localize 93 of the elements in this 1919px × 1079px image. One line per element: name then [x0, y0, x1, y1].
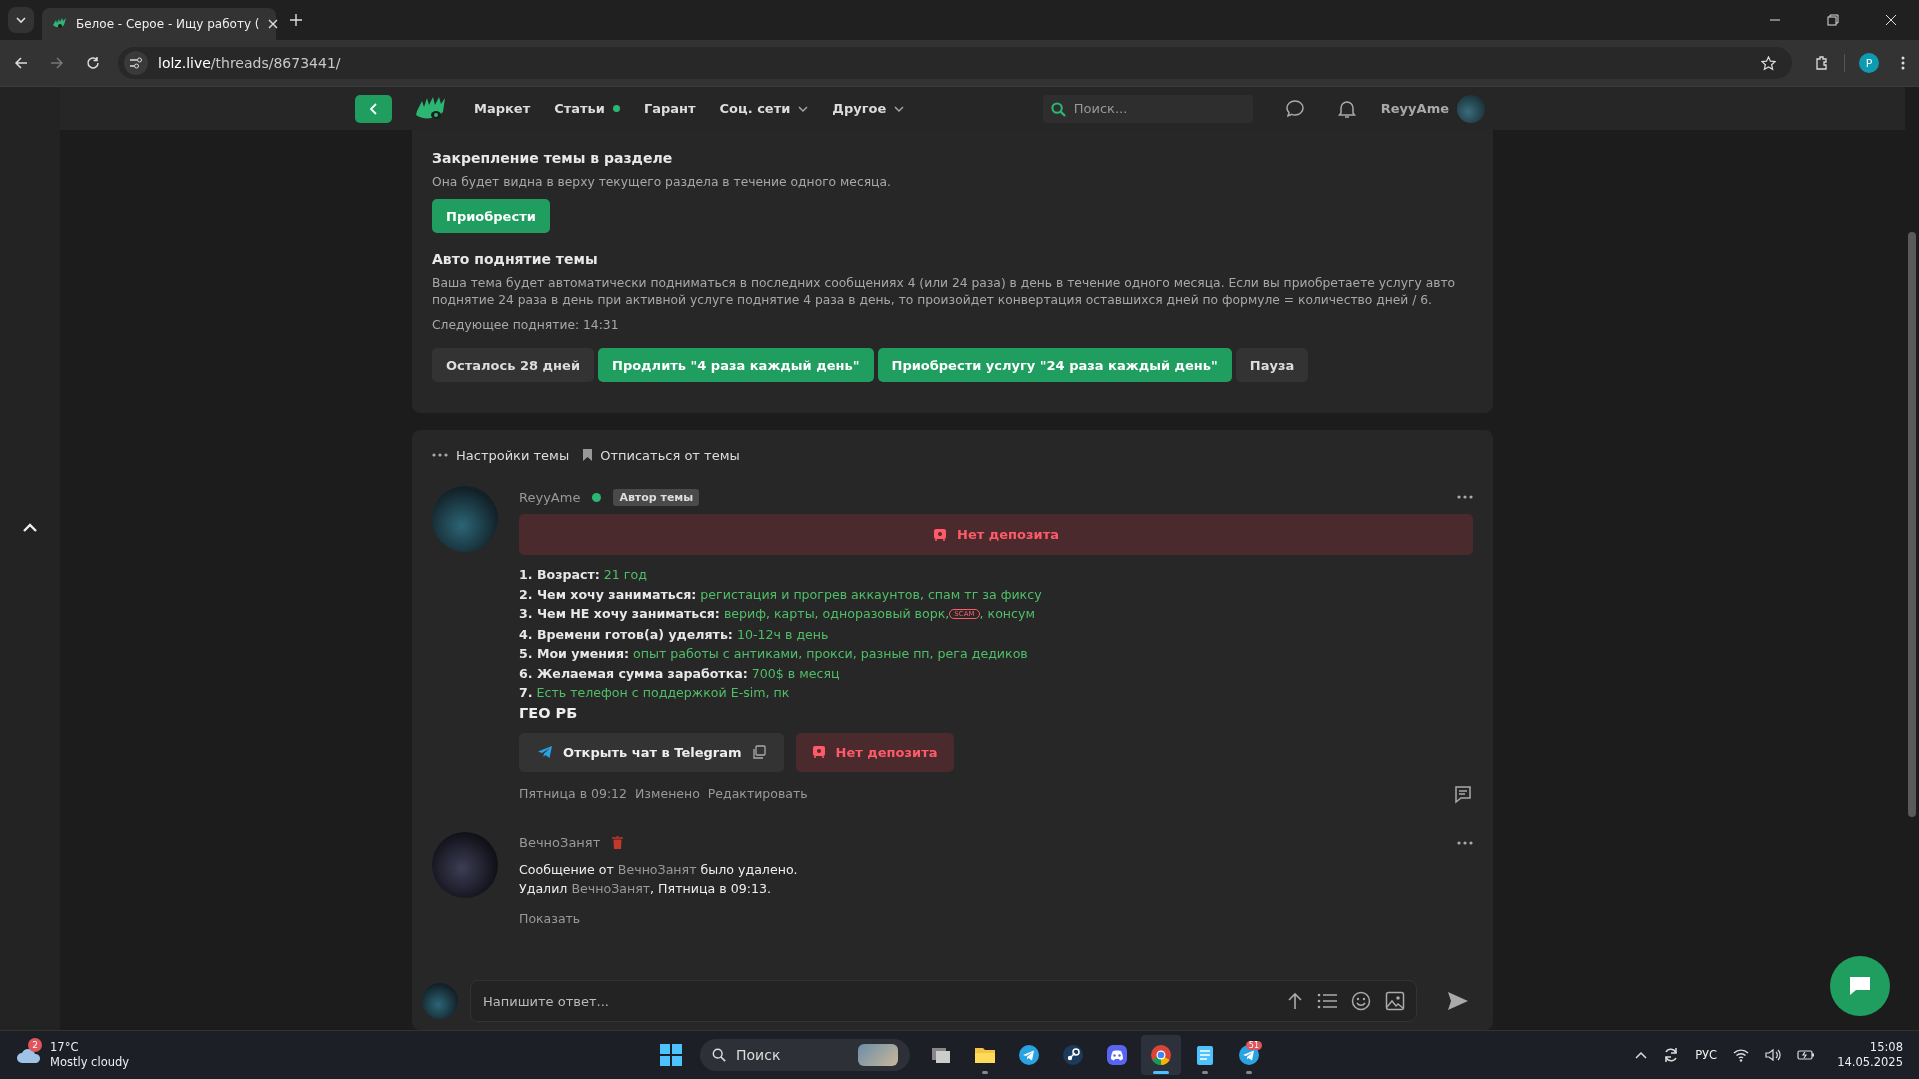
- author-name[interactable]: ВечноЗанят: [519, 835, 601, 850]
- battery-icon[interactable]: [1797, 1048, 1816, 1062]
- notification-badge: 2: [28, 1038, 42, 1052]
- profile-field: 6. Желаемая сумма заработка: 700$ в месяц: [519, 663, 1473, 683]
- address-bar[interactable]: lolz.live/threads/8673441/: [118, 47, 1792, 79]
- image-icon[interactable]: [1385, 991, 1405, 1011]
- geo-text: ГЕО РБ: [519, 704, 579, 721]
- chevron-down-icon: [15, 14, 27, 26]
- site-settings-icon[interactable]: [124, 51, 148, 75]
- weather-widget[interactable]: 2 17°C Mostly cloudy: [16, 1040, 130, 1070]
- edit-link[interactable]: Редактировать: [707, 786, 808, 801]
- volume-icon[interactable]: [1765, 1048, 1782, 1062]
- extensions-icon[interactable]: [1814, 55, 1830, 71]
- temperature: 17°C: [50, 1040, 80, 1055]
- menu-icon[interactable]: [1901, 56, 1905, 70]
- language-indicator[interactable]: РУС: [1695, 1048, 1718, 1062]
- search-highlight-picture: [858, 1044, 898, 1066]
- comment-icon[interactable]: [1453, 783, 1473, 804]
- scroll-up-icon[interactable]: [22, 523, 38, 533]
- copy-icon: [751, 745, 766, 759]
- paper-plane-icon: [537, 745, 553, 759]
- sync-icon[interactable]: [1663, 1047, 1680, 1063]
- search-field[interactable]: Поиск...: [1042, 94, 1253, 123]
- browser-tab[interactable]: Белое - Серое - Ищу работу (: [42, 8, 276, 40]
- bookmark-icon: [583, 449, 593, 461]
- weather-condition: Mostly cloudy: [50, 1055, 130, 1070]
- back-icon[interactable]: [14, 56, 28, 70]
- more-dots-icon[interactable]: [1457, 495, 1473, 499]
- show-link[interactable]: Показать: [519, 910, 1473, 926]
- back-button[interactable]: [355, 94, 392, 123]
- notification-dot: [612, 105, 620, 112]
- close-tab-icon[interactable]: [267, 19, 278, 29]
- chat-bubble-icon[interactable]: [1284, 98, 1305, 119]
- user-avatar: [422, 983, 458, 1019]
- notification-bell-icon[interactable]: [1336, 98, 1357, 119]
- forward-icon[interactable]: [50, 56, 64, 70]
- nav-link[interactable]: Другое: [832, 101, 905, 116]
- profile-field: 3. Чем НЕ хочу заниматься: вериф, карты, одноразовый ворк, $^{SCAM}$ , консум: [519, 604, 1473, 625]
- profile-field: 5. Мои умения: опыт работы с антиками, прокси, разные пп, рега дедиков: [519, 644, 1473, 664]
- upload-arrow-icon[interactable]: [1287, 992, 1303, 1010]
- nav-link[interactable]: Соц. сети: [719, 101, 809, 116]
- more-dots-icon: [432, 453, 448, 457]
- nav-link[interactable]: Маркет: [474, 101, 531, 116]
- nav-link[interactable]: Гарант: [643, 101, 696, 116]
- bump-button[interactable]: Осталось 28 дней: [432, 348, 594, 382]
- profile-field: 1. Возраст: 21 год: [519, 565, 1473, 585]
- restore-icon[interactable]: [1827, 14, 1839, 26]
- profile-field: 7. Есть телефон с поддержкой E-sim, пк: [519, 683, 1473, 703]
- reload-icon[interactable]: [86, 56, 100, 70]
- tab-list-button[interactable]: [8, 7, 34, 33]
- system-clock[interactable]: 15:08 14.05.2025: [1837, 1040, 1903, 1070]
- thread-settings-link[interactable]: Настройки темы: [456, 447, 570, 463]
- bookmark-star-icon[interactable]: [1761, 55, 1776, 71]
- section-title: Закрепление темы в разделе: [432, 150, 674, 166]
- chevron-left-icon: [368, 102, 379, 115]
- username[interactable]: ReyyAme: [1380, 101, 1449, 116]
- taskbar-search-field[interactable]: Поиск: [700, 1039, 910, 1071]
- no-deposit-banner: Нет депозита: [519, 514, 1473, 555]
- send-icon[interactable]: [1447, 991, 1469, 1011]
- profile-field: 2. Чем хочу заниматься: регистация и прогрев аккаунтов, спам тг за фиксу: [519, 584, 1473, 604]
- edited-link[interactable]: Изменено: [635, 786, 700, 801]
- profile-field: 4. Времени готов(а) уделять: 10-12ч в день: [519, 624, 1473, 644]
- caret-icon: [798, 105, 809, 112]
- safe-icon: [933, 527, 947, 542]
- section-title: Авто поднятие темы: [432, 251, 599, 267]
- bump-button[interactable]: Пауза: [1235, 348, 1309, 382]
- emoji-icon[interactable]: [1351, 991, 1371, 1011]
- trash-icon: [612, 836, 624, 849]
- chrome-app-icon[interactable]: [1141, 1035, 1181, 1075]
- reply-input[interactable]: Напишите ответ...: [470, 980, 1417, 1022]
- cloud-icon: [16, 1046, 42, 1064]
- deleted-message-text: Сообщение от ВечноЗанят было удалено. Удалил ВечноЗанят, Пятница в 09:13.: [519, 860, 799, 898]
- chat-bubble-icon: [1849, 976, 1871, 996]
- author-badge: Автор темы: [613, 488, 700, 506]
- telegram-chat-button[interactable]: Открыть чат в Telegram: [519, 732, 784, 772]
- next-bump-time: Следующее поднятие: 14:31: [432, 317, 620, 334]
- nav-link[interactable]: Статьи: [554, 101, 620, 116]
- search-icon: [712, 1048, 726, 1062]
- more-dots-icon[interactable]: [1457, 840, 1473, 845]
- close-icon[interactable]: [1885, 14, 1897, 26]
- section-description: Она будет видна в верху текущего раздела в течение одного месяца.: [432, 174, 892, 191]
- scrollbar-thumb[interactable]: [1908, 232, 1916, 817]
- section-description: Ваша тема будет автоматически подниматься в последних сообщениях 4 (или 24 раза) в день в течение одного месяца. Если вы приобретаете услугу авто поднятие 24 раза в день при активной услуге поднятие 4 раза в день, то произойдет конвертация оставшихся дней по формуле = количество дней / 6.: [432, 275, 1457, 309]
- post-date[interactable]: Пятница в 09:12: [519, 786, 627, 801]
- no-deposit-button[interactable]: Нет депозита: [795, 732, 954, 772]
- chevron-up-icon[interactable]: [1635, 1051, 1648, 1059]
- author-name[interactable]: ReyyAme: [519, 489, 581, 505]
- safe-icon: [811, 745, 826, 759]
- caret-icon: [894, 105, 905, 112]
- unsubscribe-link[interactable]: Отписаться от темы: [600, 447, 740, 463]
- list-icon[interactable]: [1317, 993, 1337, 1009]
- windows-start-icon[interactable]: [660, 1044, 682, 1066]
- wifi-icon[interactable]: [1733, 1048, 1750, 1062]
